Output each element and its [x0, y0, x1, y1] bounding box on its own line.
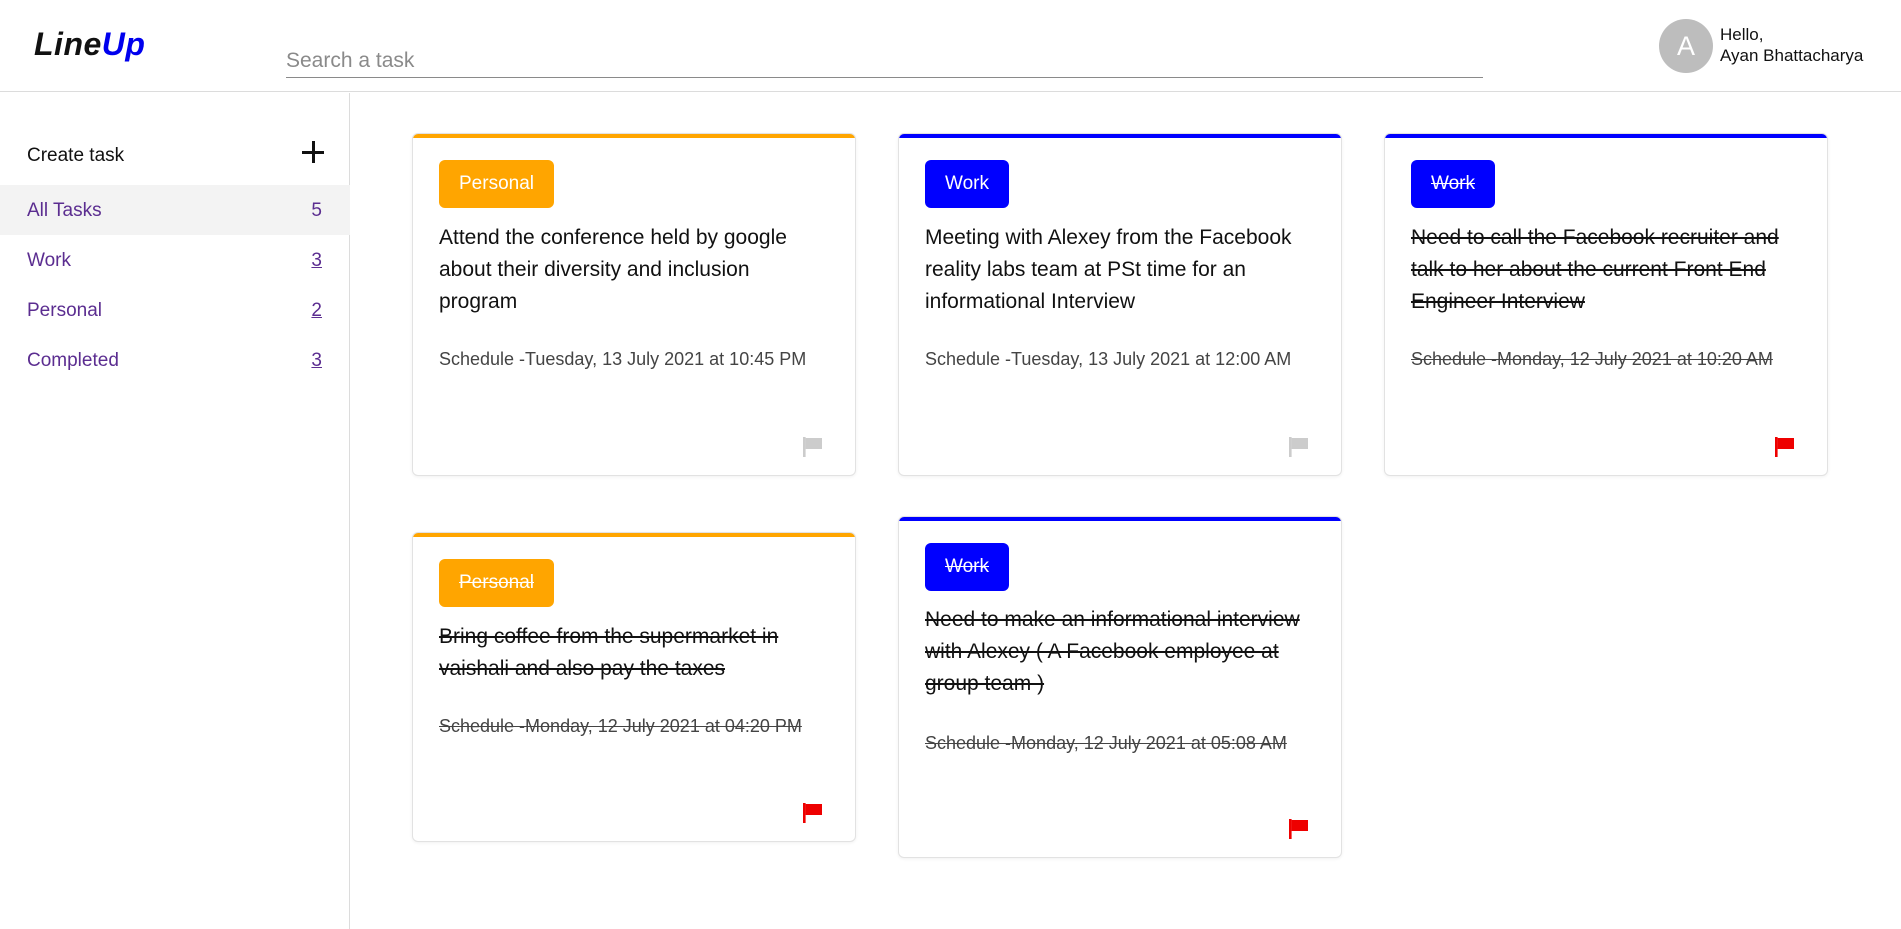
sidebar-item-work[interactable]: Work 3	[0, 235, 350, 285]
sidebar-item-label: Completed	[27, 350, 119, 371]
task-tag: Work	[925, 160, 1009, 208]
create-task-row[interactable]: Create task	[0, 135, 350, 179]
sidebar-item-count[interactable]: 3	[311, 350, 322, 372]
task-card[interactable]: Work Need to call the Facebook recruiter…	[1384, 133, 1828, 476]
task-card[interactable]: Work Meeting with Alexey from the Facebo…	[898, 133, 1342, 476]
sidebar-item-all-tasks[interactable]: All Tasks 5	[0, 185, 350, 235]
flag-icon[interactable]	[1287, 817, 1311, 841]
app-header: LineUp A Hello, Ayan Bhattacharya	[0, 0, 1901, 92]
sidebar: Create task All Tasks 5 Work 3 Personal …	[0, 93, 350, 929]
user-greeting: Hello, Ayan Bhattacharya	[1720, 24, 1863, 66]
task-schedule: Schedule -Tuesday, 13 July 2021 at 12:00…	[925, 349, 1292, 369]
plus-icon[interactable]	[298, 137, 328, 167]
sidebar-item-count[interactable]: 3	[311, 250, 322, 272]
task-schedule: Schedule -Monday, 12 July 2021 at 05:08 …	[925, 733, 1287, 753]
task-schedule: Schedule -Monday, 12 July 2021 at 10:20 …	[1411, 349, 1773, 369]
task-title: Need to call the Facebook recruiter and …	[1411, 226, 1779, 313]
task-card[interactable]: Personal Bring coffee from the supermark…	[412, 532, 856, 842]
sidebar-item-count[interactable]: 2	[311, 300, 322, 322]
user-name: Ayan Bhattacharya	[1720, 46, 1864, 65]
task-card[interactable]: Personal Attend the conference held by g…	[412, 133, 856, 476]
task-title: Meeting with Alexey from the Facebook re…	[925, 226, 1292, 313]
sidebar-nav: All Tasks 5 Work 3 Personal 2 Completed …	[0, 185, 350, 385]
task-card[interactable]: Work Need to make an informational inter…	[898, 516, 1342, 858]
task-tag: Work	[925, 543, 1009, 591]
avatar[interactable]: A	[1659, 19, 1713, 73]
greeting-text: Hello,	[1720, 25, 1764, 44]
sidebar-item-label: Personal	[27, 300, 102, 321]
task-tag: Personal	[439, 559, 554, 607]
task-title: Bring coffee from the supermarket in vai…	[439, 625, 779, 680]
app-logo[interactable]: LineUp	[34, 26, 145, 63]
sidebar-item-completed[interactable]: Completed 3	[0, 335, 350, 385]
logo-line: Line	[34, 26, 102, 62]
sidebar-item-count: 5	[311, 200, 322, 221]
search-input[interactable]	[286, 40, 1483, 78]
task-schedule: Schedule -Monday, 12 July 2021 at 04:20 …	[439, 716, 802, 736]
flag-icon[interactable]	[1287, 435, 1311, 459]
task-title: Need to make an informational interview …	[925, 608, 1300, 695]
flag-icon[interactable]	[801, 801, 825, 825]
sidebar-item-label: All Tasks	[27, 200, 102, 221]
avatar-initial: A	[1676, 30, 1695, 61]
create-task-label: Create task	[27, 145, 125, 166]
task-tag: Personal	[439, 160, 554, 208]
task-tag: Work	[1411, 160, 1495, 208]
task-schedule: Schedule -Tuesday, 13 July 2021 at 10:45…	[439, 349, 807, 369]
sidebar-item-personal[interactable]: Personal 2	[0, 285, 350, 335]
flag-icon[interactable]	[801, 435, 825, 459]
flag-icon[interactable]	[1773, 435, 1797, 459]
sidebar-item-label: Work	[27, 250, 71, 271]
task-title: Attend the conference held by google abo…	[439, 226, 787, 313]
logo-up: Up	[101, 26, 146, 62]
